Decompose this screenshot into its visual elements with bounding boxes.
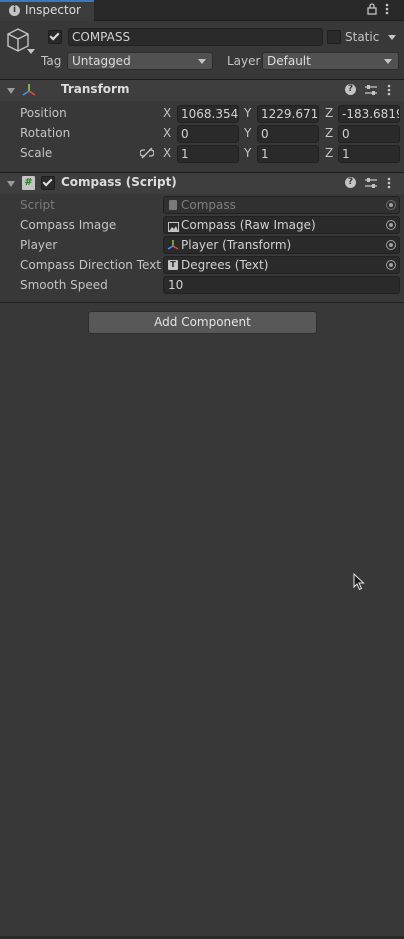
player-field[interactable]: Player (Transform) bbox=[163, 236, 400, 254]
compass-script-title: Compass (Script) bbox=[61, 175, 177, 189]
scale-label: Scale bbox=[20, 146, 53, 160]
add-component-button[interactable]: Add Component bbox=[88, 311, 317, 334]
transform-title: Transform bbox=[61, 82, 130, 96]
script-field-label: Script bbox=[20, 198, 55, 212]
constrain-proportions-icon[interactable] bbox=[139, 147, 155, 162]
transform-axes-icon bbox=[167, 239, 179, 253]
tab-inspector[interactable]: i Inspector bbox=[0, 0, 94, 21]
foldout-arrow-icon[interactable] bbox=[7, 181, 15, 187]
position-z-field[interactable]: -183.6819 bbox=[338, 105, 400, 123]
tag-label: Tag bbox=[41, 54, 62, 68]
smooth-speed-field[interactable]: 10 bbox=[163, 276, 400, 294]
checkmark-icon bbox=[42, 176, 53, 187]
axis-y-label[interactable]: Y bbox=[244, 106, 251, 120]
compass-image-label: Compass Image bbox=[20, 218, 117, 232]
axis-z-label[interactable]: Z bbox=[325, 106, 333, 120]
component-menu-icon[interactable] bbox=[387, 84, 391, 99]
presets-icon[interactable] bbox=[364, 176, 378, 193]
rotation-label: Rotation bbox=[20, 126, 71, 140]
object-picker-icon[interactable] bbox=[386, 260, 396, 270]
help-icon[interactable]: ? bbox=[345, 84, 356, 95]
position-label: Position bbox=[20, 106, 67, 120]
scale-z-field[interactable]: 1 bbox=[338, 145, 400, 163]
compass-script-header[interactable]: # Compass (Script) ? bbox=[0, 172, 404, 194]
axis-y-label[interactable]: Y bbox=[244, 146, 251, 160]
scale-y-field[interactable]: 1 bbox=[257, 145, 319, 163]
divider bbox=[0, 302, 404, 303]
text-component-icon: T bbox=[168, 260, 178, 270]
player-label: Player bbox=[20, 238, 58, 252]
position-x-field[interactable]: 1068.354 bbox=[177, 105, 239, 123]
info-icon: i bbox=[9, 5, 20, 16]
script-object-field: Compass bbox=[163, 196, 400, 214]
layer-label: Layer bbox=[227, 54, 261, 68]
compass-direction-text-value: Degrees (Text) bbox=[181, 258, 269, 272]
gameobject-active-toggle[interactable] bbox=[48, 30, 62, 44]
gameobject-cube-icon bbox=[6, 27, 36, 60]
object-picker-icon bbox=[386, 200, 396, 210]
help-icon[interactable]: ? bbox=[345, 177, 356, 188]
compass-image-field[interactable]: Compass (Raw Image) bbox=[163, 216, 400, 234]
object-picker-icon[interactable] bbox=[386, 220, 396, 230]
player-value: Player (Transform) bbox=[181, 238, 292, 252]
smooth-speed-label: Smooth Speed bbox=[20, 278, 108, 292]
chevron-down-icon bbox=[384, 59, 392, 64]
layer-value: Default bbox=[267, 54, 311, 68]
rotation-y-field[interactable]: 0 bbox=[257, 125, 319, 143]
static-checkbox[interactable] bbox=[327, 30, 341, 44]
raw-image-icon bbox=[168, 220, 179, 233]
transform-header[interactable]: Transform ? bbox=[0, 79, 404, 101]
layer-dropdown[interactable]: Default bbox=[262, 52, 399, 70]
axis-x-label[interactable]: X bbox=[163, 146, 171, 160]
object-picker-icon[interactable] bbox=[386, 240, 396, 250]
compass-direction-text-label: Compass Direction Text bbox=[20, 258, 161, 272]
rotation-z-field[interactable]: 0 bbox=[338, 125, 400, 143]
compass-direction-text-field[interactable]: T Degrees (Text) bbox=[163, 256, 400, 274]
axis-x-label[interactable]: X bbox=[163, 106, 171, 120]
compass-image-value: Compass (Raw Image) bbox=[181, 218, 316, 232]
tab-bar: i Inspector bbox=[0, 0, 404, 21]
tag-value: Untagged bbox=[72, 54, 131, 68]
more-menu-icon[interactable] bbox=[385, 3, 389, 18]
tab-title: Inspector bbox=[25, 3, 81, 17]
axis-x-label[interactable]: X bbox=[163, 126, 171, 140]
gameobject-name-field[interactable]: COMPASS bbox=[68, 28, 323, 46]
compass-script-enabled-toggle[interactable] bbox=[41, 176, 55, 190]
presets-icon[interactable] bbox=[364, 83, 378, 100]
checkmark-icon bbox=[49, 30, 60, 41]
chevron-down-icon bbox=[198, 59, 206, 64]
rotation-x-field[interactable]: 0 bbox=[177, 125, 239, 143]
position-y-field[interactable]: 1229.671 bbox=[257, 105, 319, 123]
static-label: Static bbox=[345, 30, 380, 44]
script-file-icon bbox=[169, 200, 177, 210]
lock-icon[interactable] bbox=[367, 3, 377, 15]
axis-z-label[interactable]: Z bbox=[325, 126, 333, 140]
transform-axes-icon bbox=[21, 82, 37, 101]
axis-y-label[interactable]: Y bbox=[244, 126, 251, 140]
tag-dropdown[interactable]: Untagged bbox=[67, 52, 213, 70]
mouse-cursor-icon bbox=[353, 572, 365, 594]
script-field-value: Compass bbox=[181, 198, 236, 212]
foldout-arrow-icon[interactable] bbox=[7, 88, 15, 94]
scale-x-field[interactable]: 1 bbox=[177, 145, 239, 163]
axis-z-label[interactable]: Z bbox=[325, 146, 333, 160]
static-dropdown-caret[interactable] bbox=[388, 35, 396, 40]
script-file-icon: # bbox=[22, 176, 35, 190]
component-menu-icon[interactable] bbox=[387, 177, 391, 192]
